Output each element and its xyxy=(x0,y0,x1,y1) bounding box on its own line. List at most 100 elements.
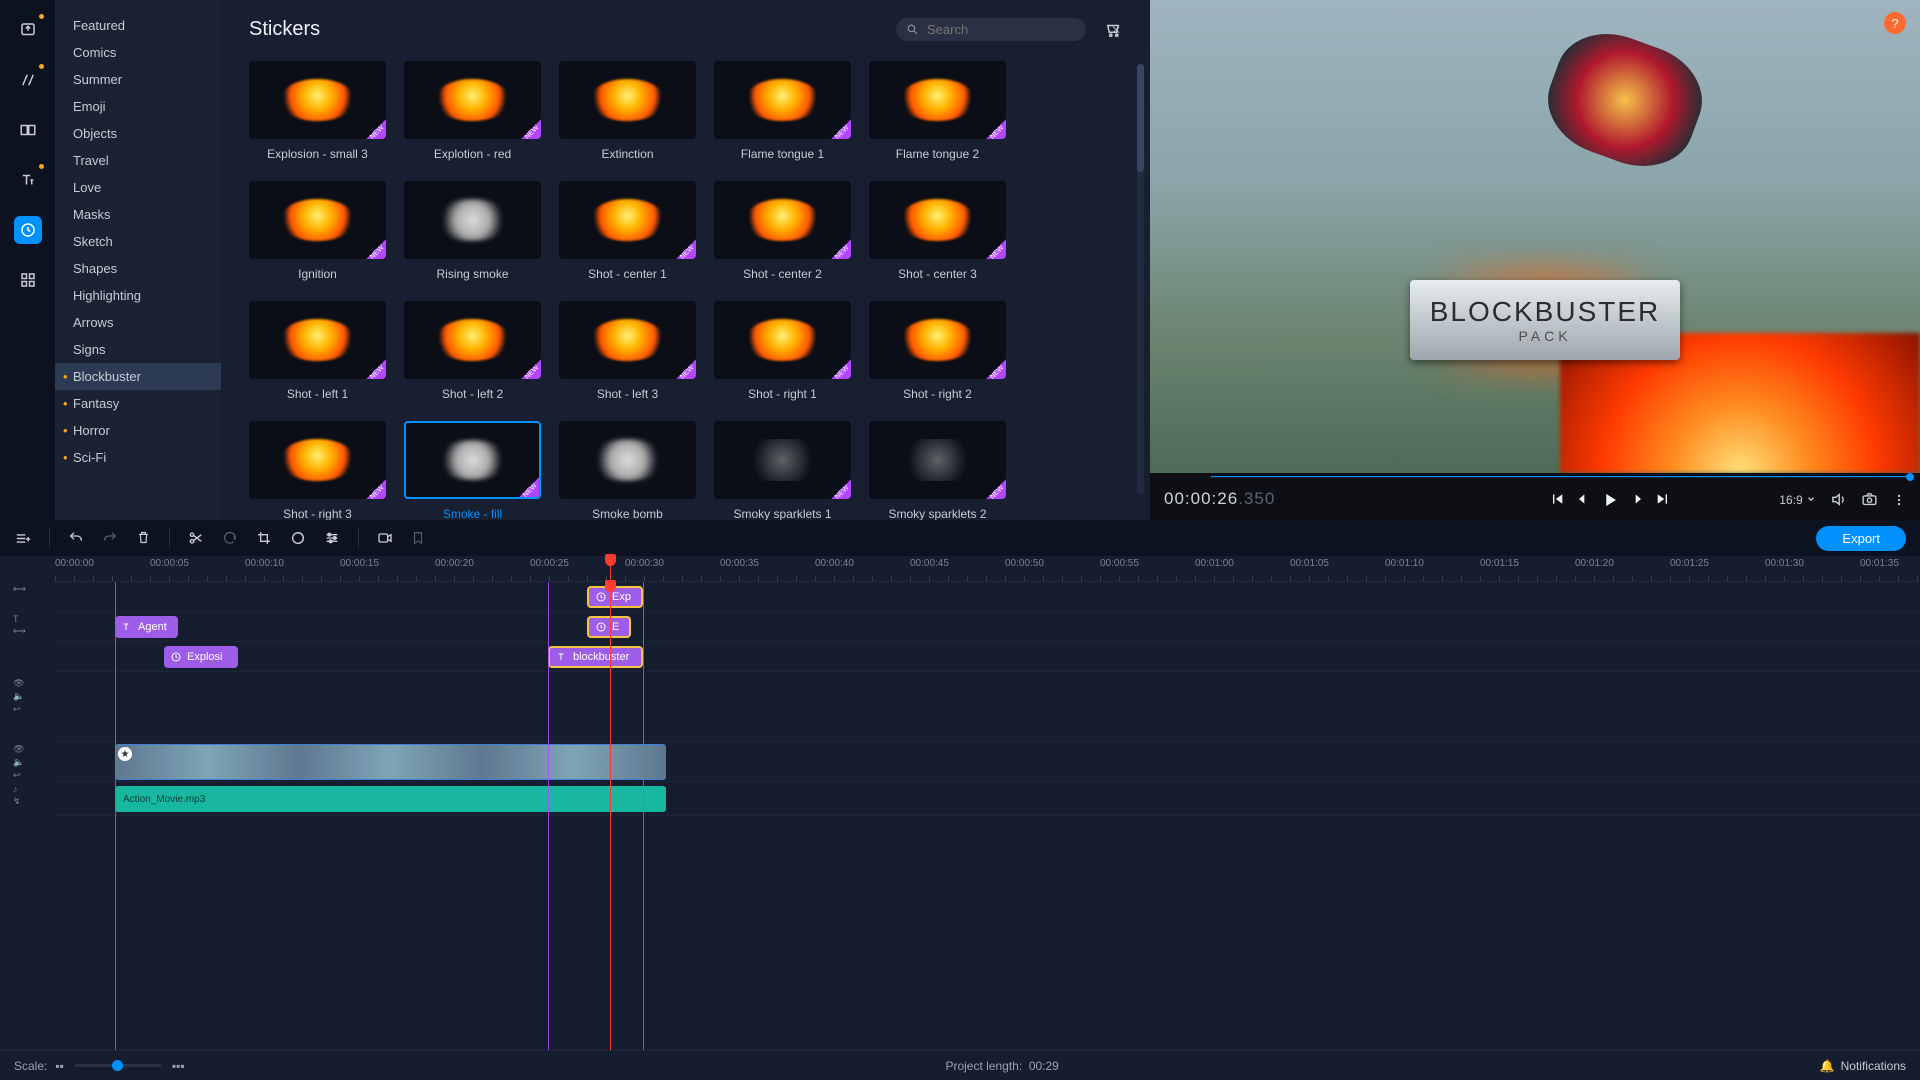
overlay-track-1[interactable]: ⟷ Exp xyxy=(55,582,1920,612)
track-controls[interactable]: 👁🔈↩ xyxy=(13,744,24,781)
more-tool-icon[interactable] xyxy=(14,266,42,294)
undo-icon[interactable] xyxy=(68,530,84,546)
sticker-tile[interactable]: Smoky sparklets 1 xyxy=(714,421,851,520)
sticker-label: Explotion - red xyxy=(434,147,511,161)
track-vis-icon: 👁 xyxy=(13,678,24,689)
step-fwd-icon[interactable] xyxy=(1629,491,1645,509)
category-item[interactable]: Fantasy xyxy=(55,390,221,417)
clip-props-icon[interactable] xyxy=(324,530,340,546)
record-icon[interactable] xyxy=(377,530,393,546)
track-controls[interactable]: ⟷ xyxy=(13,584,26,595)
scale-slider[interactable]: ▪▪ ▪▪▪ xyxy=(55,1059,184,1073)
clip-e[interactable]: E xyxy=(587,616,631,638)
search-input[interactable] xyxy=(927,22,1103,37)
clip-audio[interactable]: Action_Movie.mp3 xyxy=(115,786,666,812)
category-item[interactable]: Emoji xyxy=(55,93,221,120)
preview-seekbar[interactable] xyxy=(1156,473,1914,481)
zoom-in-icon[interactable]: ▪▪▪ xyxy=(172,1059,185,1073)
category-item[interactable]: Shapes xyxy=(55,255,221,282)
sticker-tile[interactable]: Shot - left 1 xyxy=(249,301,386,401)
sticker-tile[interactable]: Shot - right 3 xyxy=(249,421,386,520)
track-controls[interactable]: ♪↯ xyxy=(13,784,21,807)
export-button[interactable]: Export xyxy=(1816,526,1906,551)
sticker-tile[interactable]: Shot - right 2 xyxy=(869,301,1006,401)
sticker-tile[interactable]: Extinction xyxy=(559,61,696,161)
timeline-tracks: ⟷ Exp T⟷ Agent E Explosi blockbuster 👁🔈↩… xyxy=(0,582,1920,1050)
category-item[interactable]: Travel xyxy=(55,147,221,174)
sticker-tile[interactable]: Smoke bomb xyxy=(559,421,696,520)
sticker-tile[interactable]: Smoky sparklets 2 xyxy=(869,421,1006,520)
marker-icon[interactable] xyxy=(411,530,425,546)
sticker-tile[interactable]: Shot - right 1 xyxy=(714,301,851,401)
overlay-track-2[interactable]: T⟷ Agent E xyxy=(55,612,1920,642)
aspect-ratio-selector[interactable]: 16:9 xyxy=(1779,493,1816,507)
overlay-track-3[interactable]: Explosi blockbuster xyxy=(55,642,1920,672)
snapshot-icon[interactable] xyxy=(1861,491,1878,508)
play-icon[interactable] xyxy=(1601,491,1619,509)
sticker-tile[interactable]: Flame tongue 2 xyxy=(869,61,1006,161)
category-item[interactable]: Masks xyxy=(55,201,221,228)
clip-video[interactable]: ★ xyxy=(115,744,666,780)
volume-icon[interactable] xyxy=(1830,491,1847,508)
next-clip-icon[interactable] xyxy=(1655,491,1671,509)
sticker-tile[interactable]: Shot - center 1 xyxy=(559,181,696,281)
color-icon[interactable] xyxy=(290,530,306,546)
category-item[interactable]: Arrows xyxy=(55,309,221,336)
clip-agent[interactable]: Agent xyxy=(115,616,178,638)
category-item[interactable]: Signs xyxy=(55,336,221,363)
category-item[interactable]: Summer xyxy=(55,66,221,93)
timeline-ruler[interactable]: 00:00:0000:00:0500:00:1000:00:1500:00:20… xyxy=(55,556,1920,582)
audio-track[interactable]: ♪↯ Action_Movie.mp3 xyxy=(55,782,1920,816)
clip-explosi[interactable]: Explosi xyxy=(164,646,238,668)
preview-more-icon[interactable] xyxy=(1892,493,1906,507)
split-icon[interactable] xyxy=(188,530,204,546)
category-item[interactable]: Comics xyxy=(55,39,221,66)
category-item[interactable]: Objects xyxy=(55,120,221,147)
prev-clip-icon[interactable] xyxy=(1549,491,1565,509)
preview-canvas[interactable]: BLOCKBUSTER PACK ? xyxy=(1150,0,1920,473)
sticker-tile[interactable]: Flame tongue 1 xyxy=(714,61,851,161)
notifications-button[interactable]: 🔔Notifications xyxy=(1820,1059,1906,1073)
plate-title: BLOCKBUSTER xyxy=(1430,296,1661,328)
sticker-tile[interactable]: Explosion - small 3 xyxy=(249,61,386,161)
status-bar: Scale: ▪▪ ▪▪▪ Project length: 00:29 🔔Not… xyxy=(0,1050,1920,1080)
spacer-track[interactable]: 👁🔈↩ xyxy=(55,672,1920,742)
stickers-tool-icon[interactable] xyxy=(14,216,42,244)
library-scrollbar[interactable] xyxy=(1137,64,1144,494)
track-controls[interactable]: 👁🔈↩ xyxy=(13,678,24,715)
category-item[interactable]: Sci-Fi xyxy=(55,444,221,471)
category-item[interactable]: Love xyxy=(55,174,221,201)
sticker-tile[interactable]: Shot - left 2 xyxy=(404,301,541,401)
titles-tool-icon[interactable] xyxy=(14,166,42,194)
playhead[interactable] xyxy=(610,582,611,1050)
crop-icon[interactable] xyxy=(256,530,272,546)
category-item[interactable]: Highlighting xyxy=(55,282,221,309)
import-tool-icon[interactable] xyxy=(14,16,42,44)
category-item[interactable]: Sketch xyxy=(55,228,221,255)
sticker-tile[interactable]: Ignition xyxy=(249,181,386,281)
sticker-tile[interactable]: Explotion - red xyxy=(404,61,541,161)
sticker-tile[interactable]: Shot - left 3 xyxy=(559,301,696,401)
redo-icon[interactable] xyxy=(102,530,118,546)
filters-tool-icon[interactable] xyxy=(14,66,42,94)
category-item[interactable]: Featured xyxy=(55,12,221,39)
sticker-tile[interactable]: Shot - center 2 xyxy=(714,181,851,281)
category-item[interactable]: Horror xyxy=(55,417,221,444)
clip-blockbuster[interactable]: blockbuster xyxy=(548,646,643,668)
rotate-icon[interactable] xyxy=(222,530,238,546)
category-item[interactable]: Blockbuster xyxy=(55,363,221,390)
sticker-label: Rising smoke xyxy=(436,267,508,281)
sticker-tile[interactable]: Smoke - fill xyxy=(404,421,541,520)
step-back-icon[interactable] xyxy=(1575,491,1591,509)
sticker-tile[interactable]: Rising smoke xyxy=(404,181,541,281)
sticker-tile[interactable]: Shot - center 3 xyxy=(869,181,1006,281)
video-track[interactable]: 👁🔈↩ ★ xyxy=(55,742,1920,782)
search-box[interactable]: ✕ xyxy=(896,18,1086,41)
zoom-out-icon[interactable]: ▪▪ xyxy=(55,1059,64,1073)
add-track-icon[interactable] xyxy=(14,530,31,547)
help-icon[interactable]: ? xyxy=(1884,12,1906,34)
track-controls[interactable]: T⟷ xyxy=(13,614,26,637)
delete-icon[interactable] xyxy=(136,530,151,546)
cart-icon[interactable] xyxy=(1104,21,1122,39)
transitions-tool-icon[interactable] xyxy=(14,116,42,144)
